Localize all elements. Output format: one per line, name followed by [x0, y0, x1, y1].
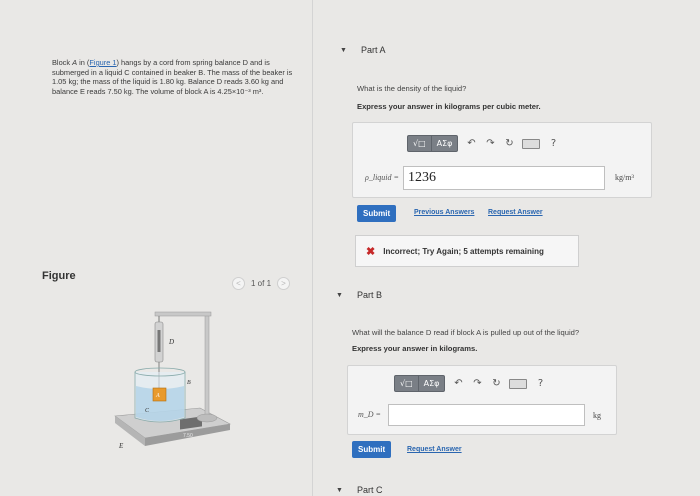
part-a-unit: kg/m³: [615, 173, 634, 182]
part-b-answer-box: √□ ΑΣφ ↶ ↷ ↻ ? m_D = kg: [347, 365, 617, 435]
reset-icon[interactable]: ↻: [503, 138, 515, 149]
part-a-greek-button[interactable]: ΑΣφ: [431, 135, 459, 152]
part-a-instruction: Express your answer in kilograms per cub…: [357, 102, 541, 111]
part-b-unit: kg: [593, 411, 601, 420]
part-a-request-answer-link[interactable]: Request Answer: [488, 209, 543, 216]
part-b-greek-button[interactable]: ΑΣφ: [418, 375, 446, 392]
problem-text-in: in (: [77, 58, 90, 67]
part-a-sqrt-button[interactable]: √□: [407, 135, 432, 152]
help-icon[interactable]: ?: [534, 378, 546, 389]
part-a-answer-box: √□ ΑΣφ ↶ ↷ ↻ ? ρ_liquid = 1236 kg/m³: [352, 122, 652, 198]
scale-readout-label: 7.50: [183, 433, 193, 439]
part-b-answer-field[interactable]: [388, 404, 585, 426]
figure-prev-button[interactable]: <: [232, 277, 245, 290]
figure-illustration: 7.50 D B C A E: [114, 311, 231, 450]
previous-answers-link[interactable]: Previous Answers: [414, 209, 474, 216]
part-b-request-answer-link[interactable]: Request Answer: [407, 446, 462, 453]
part-a-template-group: √□ ΑΣφ: [407, 135, 459, 152]
part-b-question: What will the balance D read if block A …: [352, 328, 580, 337]
part-b-variable-label: m_D =: [358, 410, 381, 419]
part-b-collapse-icon[interactable]: ▼: [336, 292, 343, 299]
label-e: E: [118, 442, 124, 450]
part-b-instruction: Express your answer in kilograms.: [352, 344, 478, 353]
label-d: D: [168, 338, 174, 346]
figure-link[interactable]: Figure 1: [89, 58, 116, 67]
part-c-header[interactable]: ▼ Part C: [336, 485, 382, 495]
keyboard-icon[interactable]: [509, 378, 528, 389]
incorrect-icon: ✖: [366, 245, 376, 258]
figure-page-count: 1 of 1: [251, 279, 272, 288]
part-a-answer-field[interactable]: 1236: [403, 166, 605, 190]
label-b: B: [187, 380, 191, 386]
redo-icon[interactable]: ↷: [484, 138, 496, 149]
undo-icon[interactable]: ↶: [465, 138, 477, 149]
stand-pole: [204, 313, 210, 419]
part-b-title: Part B: [356, 290, 382, 300]
redo-icon[interactable]: ↷: [471, 378, 483, 389]
keyboard-icon[interactable]: [522, 138, 541, 149]
part-a-variable-label: ρ_liquid =: [365, 173, 399, 182]
part-a-title: Part A: [360, 45, 386, 55]
help-icon[interactable]: ?: [547, 138, 559, 149]
part-a-answer-value: 1236: [408, 170, 436, 185]
part-a-feedback: ✖ Incorrect; Try Again; 5 attempts remai…: [355, 235, 579, 267]
part-b-toolbar: √□ ΑΣφ ↶ ↷ ↻ ?: [394, 375, 546, 392]
spring-balance-window: [157, 330, 161, 352]
part-b-header[interactable]: ▼ Part B: [336, 290, 382, 300]
figure-next-button[interactable]: >: [277, 277, 291, 290]
undo-icon[interactable]: ↶: [452, 378, 464, 389]
part-b-submit-button[interactable]: Submit: [352, 441, 392, 458]
part-c-collapse-icon[interactable]: ▼: [336, 487, 343, 494]
figure-heading: Figure: [42, 270, 76, 282]
reset-icon[interactable]: ↻: [490, 378, 502, 389]
part-a-feedback-text: Incorrect; Try Again; 5 attempts remaini…: [383, 246, 544, 256]
part-b-sqrt-button[interactable]: √□: [394, 375, 419, 392]
part-b-template-group: √□ ΑΣφ: [394, 375, 446, 392]
problem-statement: Block A in (Figure 1) hangs by a cord fr…: [52, 58, 297, 96]
problem-text-start: Block: [52, 58, 73, 67]
panel-divider: [312, 0, 313, 496]
figure-pager: < 1 of 1 >: [232, 277, 291, 290]
part-c-title: Part C: [356, 485, 383, 495]
part-a-collapse-icon[interactable]: ▼: [340, 47, 347, 54]
part-a-toolbar: √□ ΑΣφ ↶ ↷ ↻ ?: [407, 135, 559, 152]
stand-foot: [196, 413, 218, 423]
part-a-header[interactable]: ▼ Part A: [340, 45, 385, 55]
part-a-submit-button[interactable]: Submit: [357, 205, 397, 222]
label-a: A: [155, 393, 160, 399]
stand-arm: [154, 311, 212, 317]
part-a-question: What is the density of the liquid?: [357, 84, 467, 93]
